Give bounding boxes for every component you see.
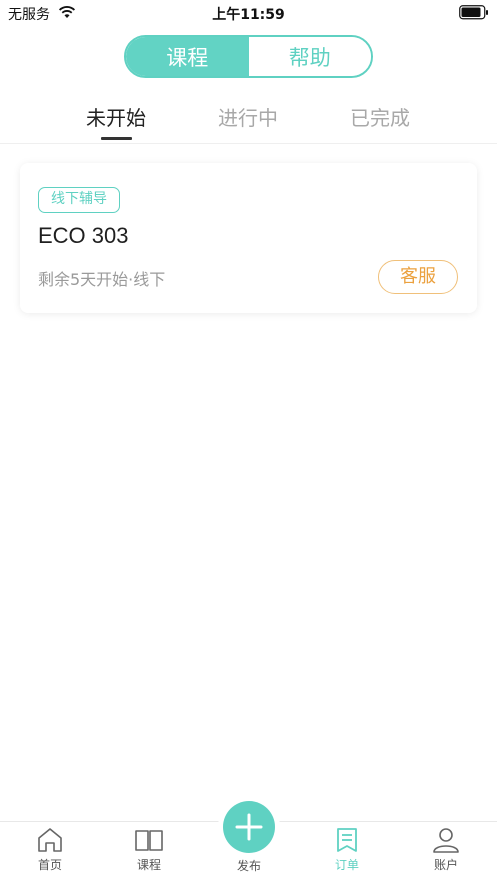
tab-not-started[interactable]: 未开始	[80, 102, 152, 131]
tabbar-item-order[interactable]: 订单	[317, 827, 377, 873]
customer-service-button[interactable]: 客服	[378, 260, 458, 294]
status-bar: 无服务 上午11:59	[0, 0, 497, 26]
status-tabs: 未开始 进行中 已完成	[0, 96, 497, 144]
active-tab-indicator	[101, 137, 132, 140]
status-time: 上午11:59	[212, 7, 285, 23]
publish-button-fill	[223, 801, 275, 853]
plus-icon	[235, 813, 263, 841]
home-icon	[38, 828, 62, 852]
user-icon	[433, 828, 459, 853]
course-card[interactable]: 线下辅导 ECO 303 剩余5天开始·线下 客服	[20, 163, 477, 313]
tabbar-label-order: 订单	[334, 858, 359, 872]
tabbar-item-course[interactable]: 课程	[119, 827, 179, 873]
tab-completed[interactable]: 已完成	[344, 102, 416, 131]
course-meta: 剩余5天开始·线下	[38, 270, 166, 289]
tabbar-label-course: 课程	[136, 858, 161, 872]
battery-icon	[459, 5, 488, 20]
course-type-tag: 线下辅导	[38, 187, 120, 213]
tabbar-item-home[interactable]: 首页	[20, 827, 80, 873]
book-icon	[135, 830, 163, 851]
segment-control: 课程 帮助	[124, 35, 373, 78]
divider	[0, 143, 497, 144]
tabbar-item-account[interactable]: 账户	[416, 827, 476, 873]
course-title: ECO 303	[38, 223, 129, 248]
tab-in-progress[interactable]: 进行中	[212, 102, 284, 131]
segment-courses[interactable]: 课程	[126, 37, 249, 76]
tabbar-label-account: 账户	[433, 858, 458, 872]
tabbar-label-publish: 发布	[236, 859, 261, 873]
segment-help[interactable]: 帮助	[248, 37, 371, 76]
tabbar-label-home: 首页	[37, 858, 62, 872]
publish-button[interactable]	[218, 796, 280, 858]
order-icon	[337, 828, 357, 852]
